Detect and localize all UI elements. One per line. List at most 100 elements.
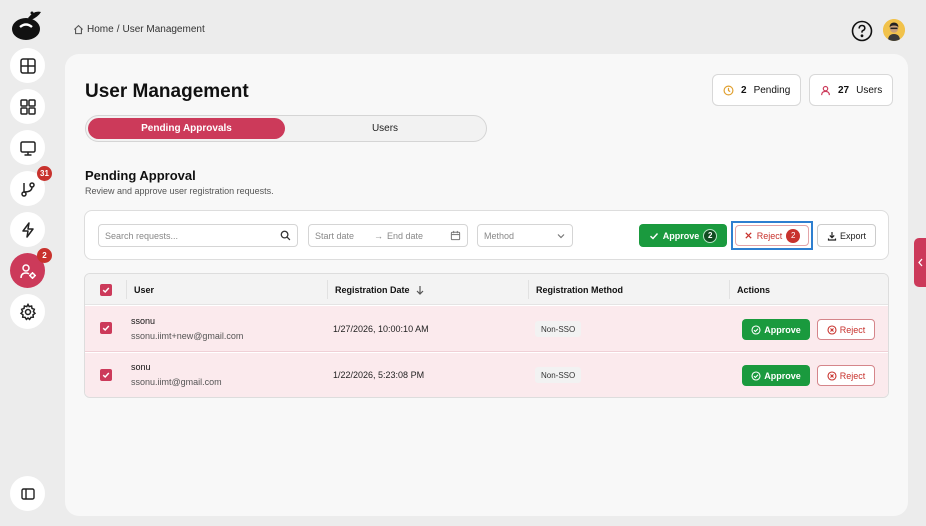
search-input[interactable]: [105, 230, 275, 241]
table-row[interactable]: sonu ssonu.iimt@gmail.com 1/22/2026, 5:2…: [85, 353, 888, 397]
side-drawer-toggle[interactable]: [914, 238, 926, 287]
bulk-reject-label: Reject: [756, 230, 783, 241]
user-management-badge: 2: [37, 248, 52, 263]
pending-label: Pending: [753, 84, 791, 96]
export-label: Export: [839, 230, 866, 241]
check-icon: [102, 287, 110, 294]
view-tabs: Pending Approvals Users: [85, 115, 487, 142]
column-header-method: Registration Method: [529, 274, 623, 305]
column-header-user[interactable]: User: [127, 274, 154, 305]
column-header-user-label: User: [134, 284, 155, 295]
pending-stat[interactable]: 2 Pending: [712, 74, 802, 106]
chevron-down-icon: [557, 233, 565, 238]
row-checkbox[interactable]: [100, 322, 112, 334]
column-header-method-label: Registration Method: [536, 284, 623, 295]
breadcrumb: Home / User Management: [73, 24, 205, 35]
reject-label: Reject: [839, 324, 866, 335]
x-circle-icon: [827, 324, 837, 335]
help-button[interactable]: [851, 20, 873, 42]
sidebar-toggle-icon: [20, 487, 35, 500]
sidebar: 31 2: [0, 0, 54, 526]
user-gear-icon: [19, 263, 36, 279]
user-avatar[interactable]: [883, 19, 905, 41]
sidebar-item-user-management[interactable]: 2: [10, 248, 52, 288]
table-row[interactable]: ssonu ssonu.iimt+new@gmail.com 1/27/2026…: [85, 306, 888, 352]
check-icon: [102, 372, 110, 379]
check-icon: [102, 325, 110, 332]
bulk-approve-count: 2: [703, 228, 718, 243]
user-icon: [821, 85, 830, 95]
select-all-checkbox[interactable]: [100, 284, 112, 296]
pending-count: 2: [741, 84, 747, 96]
calendar-icon: [450, 230, 461, 241]
layout-icon: [19, 57, 36, 74]
breadcrumb-separator: /: [116, 24, 120, 35]
section-title: Pending Approval: [85, 168, 196, 183]
main-card: User Management 2 Pending 27 Users Pendi…: [65, 54, 908, 516]
chevron-left-icon: [917, 258, 922, 267]
check-icon: [649, 232, 658, 239]
registration-method-tag: Non-SSO: [535, 367, 582, 383]
help-icon: [851, 20, 873, 42]
user-email: ssonu.iimt+new@gmail.com: [131, 331, 244, 341]
sidebar-item-dashboard[interactable]: [10, 48, 45, 83]
table-header: User Registration Date Registration Meth…: [85, 274, 888, 305]
column-header-actions: Actions: [730, 274, 770, 305]
approve-label: Approve: [764, 370, 801, 381]
check-circle-icon: [751, 370, 761, 381]
monitor-icon: [19, 140, 36, 156]
breadcrumb-home-link[interactable]: Home: [87, 24, 114, 35]
branch-icon: [20, 181, 35, 197]
column-header-date-label: Registration Date: [335, 284, 410, 295]
tab-pending-approvals[interactable]: Pending Approvals: [88, 118, 285, 139]
sort-arrow-down-icon[interactable]: [415, 285, 425, 295]
pending-requests-table: User Registration Date Registration Meth…: [84, 273, 889, 398]
section-subtitle: Review and approve user registration req…: [85, 186, 274, 196]
gear-icon: [19, 302, 36, 321]
bulk-reject-count: 2: [786, 228, 801, 243]
column-header-actions-label: Actions: [737, 284, 771, 295]
filter-bar: Start date → End date Method Approve 2: [84, 210, 889, 260]
sidebar-item-automation[interactable]: [10, 212, 45, 247]
approve-button[interactable]: Approve: [742, 365, 810, 386]
column-header-date[interactable]: Registration Date: [328, 274, 425, 305]
page-title: User Management: [85, 81, 249, 102]
bolt-icon: [21, 221, 34, 238]
sidebar-item-apps[interactable]: [10, 89, 45, 124]
check-circle-icon: [751, 324, 761, 335]
approve-label: Approve: [764, 324, 801, 335]
sidebar-collapse-button[interactable]: [10, 476, 45, 511]
user-cell: sonu ssonu.iimt@gmail.com: [131, 362, 222, 387]
user-cell: ssonu ssonu.iimt+new@gmail.com: [131, 316, 243, 341]
sidebar-item-monitor[interactable]: [10, 130, 45, 165]
home-icon[interactable]: [73, 24, 84, 35]
method-select-value: Method: [484, 230, 515, 241]
bulk-approve-label: Approve: [662, 230, 700, 241]
date-range-arrow: →: [374, 230, 384, 241]
app-logo-icon[interactable]: [10, 10, 44, 42]
end-date-input[interactable]: End date: [387, 231, 423, 241]
users-label: Users: [856, 84, 883, 96]
tab-users[interactable]: Users: [286, 118, 484, 139]
date-range-picker[interactable]: Start date → End date: [308, 224, 468, 247]
bulk-approve-button[interactable]: Approve 2: [639, 224, 727, 247]
close-icon: [745, 232, 752, 239]
bulk-reject-button[interactable]: Reject 2: [735, 225, 809, 246]
reject-button[interactable]: Reject: [817, 365, 875, 386]
download-icon: [827, 231, 837, 241]
row-checkbox[interactable]: [100, 369, 112, 381]
export-button[interactable]: Export: [817, 224, 876, 247]
sidebar-item-settings[interactable]: [10, 294, 45, 329]
reject-button[interactable]: Reject: [817, 319, 875, 340]
registration-date: 1/27/2026, 10:00:10 AM: [333, 324, 429, 334]
start-date-input[interactable]: Start date: [315, 231, 354, 241]
user-name: sonu: [131, 362, 151, 372]
sidebar-item-workflows[interactable]: 31: [10, 166, 52, 206]
x-circle-icon: [827, 370, 837, 381]
approve-button[interactable]: Approve: [742, 319, 810, 340]
bulk-reject-focus-ring: Reject 2: [731, 221, 813, 250]
method-select[interactable]: Method: [477, 224, 573, 247]
users-stat[interactable]: 27 Users: [809, 74, 894, 106]
search-icon[interactable]: [280, 230, 291, 241]
clock-icon: [723, 85, 734, 95]
